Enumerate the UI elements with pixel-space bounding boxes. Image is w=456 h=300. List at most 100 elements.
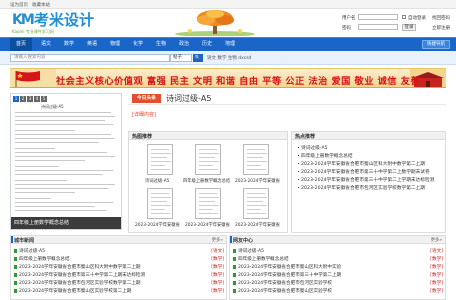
core-values-banner: 社会主义核心价值观 富强 民主 文明 和谐 自由 平等 公正 法治 爱国 敬业 …	[10, 68, 446, 88]
page-button-3[interactable]: 3	[27, 96, 33, 102]
document-preview[interactable]: 12345 诗词过级-A5 四年级上册数学概念总结	[10, 93, 122, 230]
document-icon	[14, 288, 17, 293]
list-item[interactable]: 2023-2024学年安徽省合肥市蜀山区科大附中数学第二上期 [数学]	[14, 264, 224, 271]
thumbnail[interactable]	[243, 188, 269, 219]
hot-points-panel: 热点推荐 诗词过级-A5 四年级上册数学概念总结 2023-2024学年安徽省合…	[291, 131, 446, 233]
login-form: 用户名 密码 自动登录 找回密码 登录 立即注册	[342, 11, 454, 35]
document-icon	[14, 272, 17, 277]
thumbnail[interactable]	[243, 144, 269, 175]
username-label: 用户名	[342, 16, 356, 21]
document-page: 诗词过级-A5	[15, 104, 119, 217]
list-item[interactable]: 2023-2024学年安徽省合肥市蜀山区科大附中实验 [数学]	[233, 264, 443, 271]
detail-link[interactable]: [详细内容]	[132, 111, 156, 118]
page-button-5[interactable]: 5	[41, 96, 47, 102]
document-icon	[233, 264, 236, 269]
page-button-2[interactable]: 2	[20, 96, 26, 102]
login-button[interactable]: 登录	[402, 24, 416, 31]
search-input[interactable]: 请输入搜索内容	[10, 54, 170, 62]
thumbnail-caption[interactable]: 2023-2024学年安徽省	[235, 178, 280, 184]
password-label: 密码	[342, 26, 351, 31]
list-item[interactable]: 诗词过级-A5 [语文]	[14, 248, 224, 255]
list-item[interactable]: 2023-2024学年安徽省合肥市蜀山区科大附中数学第二上期	[298, 161, 425, 167]
list-item[interactable]: 2023-2024学年安徽省合肥市第三十中学第二上期 [数学]	[233, 272, 443, 279]
nav-item-physics[interactable]: 物理	[105, 38, 125, 51]
document-page-heading: 诗词过级-A5	[41, 104, 64, 109]
thumbnail[interactable]	[147, 188, 173, 219]
nav-item-math[interactable]: 数学	[59, 38, 79, 51]
list-item[interactable]: 2023-2024学年安徽省合肥市包河区实验学校 [数学]	[233, 280, 443, 287]
document-caption[interactable]: 四年级上册数学概念总结	[11, 217, 121, 229]
thumbnail-caption[interactable]: 2023-2024学年安徽省	[185, 222, 230, 228]
thumbnail-caption[interactable]: 2023-2024学年安徽省	[235, 222, 280, 228]
register-link[interactable]: 立即注册	[432, 25, 450, 31]
thumbnail[interactable]	[195, 144, 221, 175]
tree-illustration-icon	[175, 10, 255, 36]
hot-recommend-title: 热图推荐	[132, 134, 153, 140]
logo-name: 考米设计	[34, 11, 95, 29]
logo-mark: KM	[12, 12, 35, 28]
search-type-select[interactable]: 帖子	[170, 54, 192, 62]
list-item[interactable]: 四年级上册数学概念总结 [数学]	[233, 256, 443, 263]
list-item[interactable]: 诗词过级-A5 [语文]	[233, 248, 443, 255]
nav-item-geography[interactable]: 地理	[220, 38, 240, 51]
list-item[interactable]: 2023-2024学年安徽省合肥市第三十中学第二上数学期末试卷	[298, 169, 430, 175]
headline-tag: 今日头条	[132, 94, 161, 103]
thumbnail-caption[interactable]: 四年级上册数学概念总结	[183, 178, 230, 184]
document-icon	[233, 288, 236, 293]
search-button[interactable]: 🔍	[193, 54, 203, 62]
password-input[interactable]	[358, 24, 398, 30]
forgot-password-link[interactable]: 找回密码	[432, 15, 450, 21]
set-home-link[interactable]: 设为首页	[10, 2, 28, 8]
nav-item-chinese[interactable]: 语文	[36, 38, 56, 51]
bookmark-link[interactable]: 收藏本站	[32, 2, 50, 8]
title-divider	[128, 104, 446, 105]
page-title[interactable]: 诗词过级-A5	[166, 93, 211, 104]
list-item[interactable]: 四年级上册数学概念总结	[298, 153, 353, 159]
hot-search-words[interactable]: 语文 数学 生物 dxcsd	[207, 55, 251, 61]
site-logo[interactable]: KM 考米设计 Kaomi 专业课件学习网	[12, 11, 104, 35]
city-news-more-link[interactable]: 更多»	[212, 237, 223, 243]
logo-slogan: Kaomi 专业课件学习网	[12, 29, 54, 34]
list-item[interactable]: 2023-2024学年安徽省合肥市蜀山区实验学校 [数学]	[233, 288, 443, 295]
thumbnail[interactable]	[195, 188, 221, 219]
page-selector: 12345	[13, 96, 48, 102]
quick-nav-button[interactable]: 快捷导航	[422, 40, 450, 49]
document-icon	[233, 248, 236, 253]
hot-points-header: 热点推荐	[291, 131, 446, 140]
list-item[interactable]: 诗词过级-A5	[298, 145, 328, 151]
nav-item-politics[interactable]: 政治	[174, 38, 194, 51]
document-icon	[233, 256, 236, 261]
community-more-link[interactable]: 更多»	[431, 237, 442, 243]
thumbnail[interactable]	[147, 144, 173, 175]
community-title: 网友中心	[233, 238, 254, 244]
list-item[interactable]: 2023-2024学年安徽省合肥市包河区实验学校数学第二上期	[298, 185, 425, 191]
banner-text: 社会主义核心价值观 富强 民主 文明 和谐 自由 平等 公正 法治 爱国 敬业 …	[56, 76, 421, 87]
list-item[interactable]: 2023-2024学年安徽省合肥市蜀山区实验学校第二上期 [数学]	[14, 288, 224, 295]
nav-item-history[interactable]: 历史	[197, 38, 217, 51]
page-button-1[interactable]: 1	[13, 96, 19, 102]
nav-item-english[interactable]: 英语	[82, 38, 102, 51]
city-news-header: 城市新闻 更多»	[10, 235, 227, 244]
city-news-panel: 城市新闻 更多» 诗词过级-A5 [语文] 四年级上册数学概念总结 [数学] 202…	[10, 235, 227, 300]
list-item[interactable]: 2023-2024学年安徽省合肥市第三十中学第二上期末达标检测 [数学]	[14, 272, 224, 279]
city-news-title: 城市新闻	[14, 238, 35, 244]
nav-item-home[interactable]: 首页	[10, 38, 32, 51]
search-icon: 🔍	[194, 55, 202, 61]
thumbnail-caption[interactable]: 2023-2024学年安徽省	[135, 222, 180, 228]
list-item[interactable]: 四年级上册数学概念总结 [数学]	[14, 256, 224, 263]
document-icon	[14, 248, 17, 253]
username-input[interactable]	[358, 14, 398, 20]
remember-checkbox[interactable]	[402, 15, 406, 19]
main-nav: 首页 语文 数学 英语 物理 化学 生物 政治 历史 地理 快捷导航	[0, 37, 456, 51]
nav-item-biology[interactable]: 生物	[151, 38, 171, 51]
list-item[interactable]: 2023-2024学年安徽省合肥市第三十中学第二上学期末达标检测	[298, 177, 434, 183]
list-item[interactable]: 2023-2024学年安徽省合肥市包河区实验学校数学第二上期 [数学]	[14, 280, 224, 287]
document-icon	[233, 272, 236, 277]
document-icon	[233, 280, 236, 285]
remember-label: 自动登录	[408, 16, 426, 21]
top-utility-bar: 设为首页 收藏本站	[0, 0, 456, 9]
flag-icon	[10, 69, 56, 87]
thumbnail-caption[interactable]: 诗词过级-A5	[145, 178, 169, 184]
nav-item-chemistry[interactable]: 化学	[128, 38, 148, 51]
page-button-4[interactable]: 4	[34, 96, 40, 102]
